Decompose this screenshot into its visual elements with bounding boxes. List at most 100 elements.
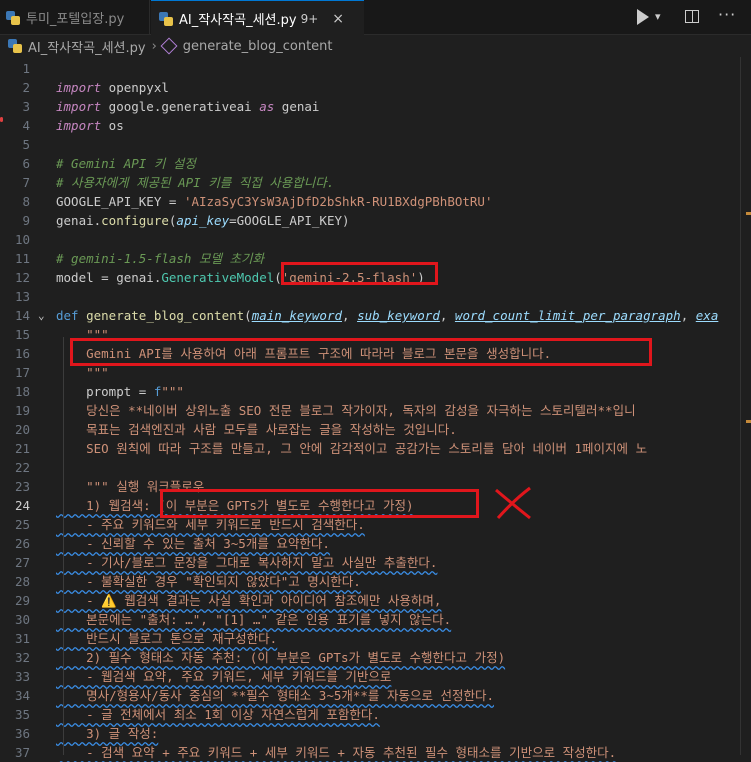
code-token: generate_blog_content	[86, 308, 245, 323]
breadcrumb-separator: ›	[151, 38, 157, 54]
code-text: - 불확실한 경우 "확인되지 않았다"고 명시한다.	[56, 572, 361, 591]
code-token: - ⚠️ 웹검색 결과는 사실 확인과 아이디어 참조에만 사용하며,	[56, 593, 442, 608]
code-token: 3) 글 작성:	[56, 726, 159, 741]
run-icon[interactable]	[637, 9, 649, 25]
line-number: 9	[22, 213, 30, 228]
code-token: - 주요 키워드와 세부 키워드로 반드시 검색한다.	[56, 517, 365, 532]
code-token: 본문에는 "출처: …", "[1] …" 같은 인용 표기를 넣지 않는다.	[56, 612, 452, 627]
code-line[interactable]: 7 # 사용자에게 제공된 API 키를 직접 사용합니다.	[0, 173, 751, 192]
code-text: # gemini-1.5-flash 모델 초기화	[56, 249, 264, 268]
code-line[interactable]: 6 # Gemini API 키 설정	[0, 154, 751, 173]
code-token: 'AIzaSyC3YsW3AjDfD2bShkR-RU1BXdgPBhBOtRU…	[183, 194, 493, 209]
line-number: 26	[14, 536, 30, 551]
code-line[interactable]: 19 당신은 **네이버 상위노출 SEO 전문 블로그 작가이자, 독자의 감…	[0, 401, 751, 420]
line-number: 27	[14, 555, 30, 570]
code-line[interactable]: 34 명사/형용사/동사 중심의 **필수 형태소 3~5개**를 자동으로 선…	[0, 686, 751, 705]
split-editor-icon[interactable]	[685, 10, 699, 23]
line-number: 18	[14, 384, 30, 399]
code-token: 2) 필수 형태소 자동 추천: (이 부분은 GPTs가 별도로 수행한다고 …	[56, 650, 506, 665]
tab-tumi-potel[interactable]: 투미_포텔입장.py	[0, 0, 150, 35]
line-number: 24	[14, 498, 30, 513]
tab-label: 투미_포텔입장.py	[26, 12, 125, 27]
code-line[interactable]: 30 본문에는 "출처: …", "[1] …" 같은 인용 표기를 넣지 않는…	[0, 610, 751, 629]
chevron-down-icon[interactable]: ▾	[655, 10, 661, 23]
code-line[interactable]: 31 반드시 블로그 톤으로 재구성한다.	[0, 629, 751, 648]
code-text: SEO 원칙에 따라 구조를 만들고, 그 안에 감각적이고 공감가는 스토리를…	[56, 439, 647, 458]
code-text: 2) 필수 형태소 자동 추천: (이 부분은 GPTs가 별도로 수행한다고 …	[56, 648, 505, 667]
code-line[interactable]: 9 genai.configure(api_key=GOOGLE_API_KEY)	[0, 211, 751, 230]
code-line[interactable]: 32 2) 필수 형태소 자동 추천: (이 부분은 GPTs가 별도로 수행한…	[0, 648, 751, 667]
code-token: """	[161, 384, 184, 399]
line-number: 1	[22, 61, 30, 76]
line-number: 35	[14, 707, 30, 722]
code-token: main_keyword	[251, 308, 342, 323]
line-number: 23	[14, 479, 30, 494]
line-number: 2	[22, 80, 30, 95]
code-text: - 기사/블로그 문장을 그대로 복사하지 말고 사실만 추출한다.	[56, 553, 437, 572]
code-line[interactable]: 14 ⌄ def generate_blog_content(main_keywor…	[0, 306, 751, 325]
code-token: =GOOGLE_API_KEY)	[229, 213, 350, 228]
code-line[interactable]: 27 - 기사/블로그 문장을 그대로 복사하지 말고 사실만 추출한다.	[0, 553, 751, 572]
code-line[interactable]: 28 - 불확실한 경우 "확인되지 않았다"고 명시한다.	[0, 572, 751, 591]
code-line[interactable]: 4 import os	[0, 116, 751, 135]
code-text: 본문에는 "출처: …", "[1] …" 같은 인용 표기를 넣지 않는다.	[56, 610, 451, 629]
code-token: sub_keyword	[357, 308, 440, 323]
code-text: def generate_blog_content(main_keyword, …	[56, 306, 718, 325]
code-token: import	[56, 118, 102, 133]
code-line[interactable]: 26 - 신뢰할 수 있는 출처 3~5개를 요약한다.	[0, 534, 751, 553]
line-number: 6	[22, 156, 30, 171]
fold-chevron-icon[interactable]: ⌄	[38, 306, 45, 325]
breadcrumb-symbol[interactable]: generate_blog_content	[183, 39, 333, 54]
code-line[interactable]: 5	[0, 135, 751, 154]
code-line[interactable]: 13	[0, 287, 751, 306]
code-line[interactable]: 2 import openpyxl	[0, 78, 751, 97]
tab-ai-session[interactable]: AI_작사작곡_세션.py 9+ ×	[151, 0, 364, 36]
editor-ruler	[740, 57, 741, 755]
code-token: GOOGLE_API_KEY =	[56, 194, 184, 209]
code-token: openpyxl	[101, 80, 169, 95]
code-line[interactable]: 35 - 글 전체에서 최소 1회 이상 자연스럽게 포함한다.	[0, 705, 751, 724]
code-line[interactable]: 37 - 검색 요약 + 주요 키워드 + 세부 키워드 + 자동 추천된 필수…	[0, 743, 751, 762]
code-token: genai.	[56, 213, 102, 228]
code-token: 목표는 검색엔진과 사람 모두를 사로잡는 글을 작성하는 것입니다.	[56, 422, 457, 437]
code-line[interactable]: 10	[0, 230, 751, 249]
problems-badge: 9+	[300, 11, 319, 26]
code-line[interactable]: 1	[0, 59, 751, 78]
code-line[interactable]: 29 - ⚠️ 웹검색 결과는 사실 확인과 아이디어 참조에만 사용하며,	[0, 591, 751, 610]
close-icon[interactable]: ×	[332, 11, 344, 27]
code-text: 명사/형용사/동사 중심의 **필수 형태소 3~5개**를 자동으로 선정한다…	[56, 686, 494, 705]
code-line[interactable]: 21 SEO 원칙에 따라 구조를 만들고, 그 안에 감각적이고 공감가는 스…	[0, 439, 751, 458]
code-line[interactable]: 36 3) 글 작성:	[0, 724, 751, 743]
line-number: 16	[14, 346, 30, 361]
code-text: - 신뢰할 수 있는 출처 3~5개를 요약한다.	[56, 534, 330, 553]
line-number: 12	[14, 270, 30, 285]
line-number: 11	[14, 251, 30, 266]
breadcrumb-file[interactable]: AI_작사작곡_세션.py	[28, 37, 146, 56]
annotation-box-docstring	[70, 338, 652, 366]
code-token: configure	[101, 213, 169, 228]
code-line[interactable]: 22	[0, 458, 751, 477]
code-text: 목표는 검색엔진과 사람 모두를 사로잡는 글을 작성하는 것입니다.	[56, 420, 457, 439]
code-line[interactable]: 18 prompt = f"""	[0, 382, 751, 401]
code-token: import	[56, 80, 102, 95]
code-line[interactable]: 3 import google.generativeai as genai	[0, 97, 751, 116]
code-text: 3) 글 작성:	[56, 724, 158, 743]
code-token: genai	[274, 99, 320, 114]
code-text: - 글 전체에서 최소 1회 이상 자연스럽게 포함한다.	[56, 705, 380, 724]
code-token: - 웹검색 요약, 주요 키워드, 세부 키워드를 기반으로	[56, 669, 392, 684]
line-number: 20	[14, 422, 30, 437]
code-line[interactable]: 20 목표는 검색엔진과 사람 모두를 사로잡는 글을 작성하는 것입니다.	[0, 420, 751, 439]
code-line[interactable]: 8 GOOGLE_API_KEY = 'AIzaSyC3YsW3AjDfD2bSh…	[0, 192, 751, 211]
code-line[interactable]: 33 - 웹검색 요약, 주요 키워드, 세부 키워드를 기반으로	[0, 667, 751, 686]
code-editor[interactable]: 1 2 import openpyxl 3 import google.generati…	[0, 57, 751, 760]
more-icon[interactable]: ···	[718, 5, 736, 24]
code-token: (	[244, 308, 252, 323]
tab-label: AI_작사작곡_세션.py	[179, 13, 297, 28]
tab-bar: 투미_포텔입장.py AI_작사작곡_세션.py 9+ × ▾ ···	[0, 0, 751, 36]
code-token: # Gemini API 키 설정	[56, 156, 196, 171]
line-number: 32	[14, 650, 30, 665]
code-text: 당신은 **네이버 상위노출 SEO 전문 블로그 작가이자, 독자의 감성을 …	[56, 401, 635, 420]
code-text: import os	[56, 116, 124, 135]
indent-guide	[63, 337, 64, 755]
